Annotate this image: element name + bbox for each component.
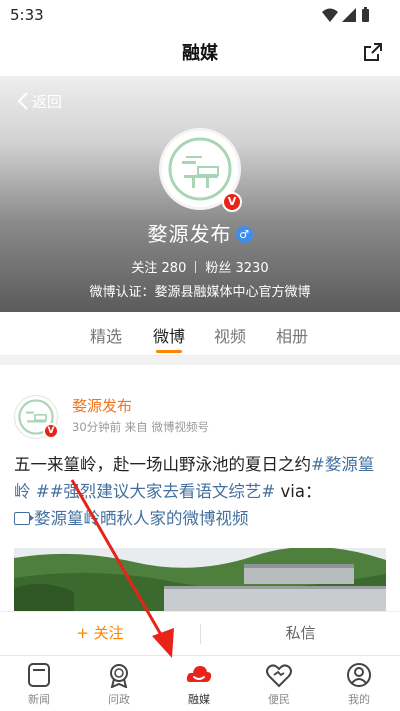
status-icons [322, 7, 369, 22]
tab-video[interactable]: 视频 [214, 323, 246, 347]
nav-label-news: 新闻 [28, 693, 50, 706]
follow-button[interactable]: + 关注 [0, 612, 200, 656]
verified-badge: V [222, 192, 242, 212]
post-text: 五一来篁岭，赴一场山野泳池的夏日之约#婺源篁岭 ##强烈建议大家去看语文综艺# … [14, 451, 390, 532]
status-time: 5:33 [10, 6, 44, 24]
signal-icon [342, 8, 356, 22]
nav-label-inquiry: 问政 [108, 693, 130, 706]
video-camera-icon [14, 512, 34, 525]
following-label: 关注 [131, 261, 158, 276]
profile-name-text: 婺源发布 [147, 222, 232, 246]
verified-badge: V [43, 423, 59, 439]
news-icon [28, 663, 50, 687]
share-icon[interactable] [362, 41, 384, 63]
video-link-text: 婺源篁岭晒秋人家的微博视频 [34, 509, 249, 528]
back-button[interactable]: 返回 [16, 90, 62, 112]
wifi-icon [322, 8, 338, 22]
bottom-nav: 新闻 问政 融媒 便民 我的 [0, 655, 400, 711]
profile-name: 婺源发布 ♂ [0, 218, 400, 247]
nav-item-me[interactable]: 我的 [326, 660, 392, 710]
following-count: 280 [161, 261, 187, 276]
following-stat[interactable]: 关注 280 [131, 261, 186, 276]
tab-featured[interactable]: 精选 [90, 323, 122, 347]
post-author[interactable]: 婺源发布 [72, 395, 132, 416]
post-body: 五一来篁岭，赴一场山野泳池的夏日之约 [14, 455, 311, 474]
user-icon [347, 663, 371, 687]
profile-tabs: 精选 微博 视频 相册 [0, 312, 400, 356]
post-card[interactable]: V 婺源发布 30分钟前 来自 微博视频号 五一来篁岭，赴一场山野泳池的夏日之约… [0, 365, 400, 611]
video-link[interactable]: 婺源篁岭晒秋人家的微博视频 [14, 509, 249, 528]
hashtag-link[interactable]: #强烈建议大家去看语文综艺# [50, 482, 276, 501]
inquiry-badge-icon [110, 664, 128, 688]
nav-item-inquiry[interactable]: 问政 [86, 660, 152, 710]
cloud-media-icon [186, 666, 212, 682]
heart-handshake-icon [266, 664, 292, 688]
nav-item-news[interactable]: 新闻 [6, 660, 72, 710]
via-text: via： [275, 482, 322, 501]
app-header: 融媒 [0, 30, 400, 76]
tab-album[interactable]: 相册 [276, 323, 308, 347]
tab-weibo[interactable]: 微博 [153, 323, 185, 347]
nav-label-service: 便民 [268, 693, 290, 706]
status-bar: 5:33 [0, 0, 400, 30]
stats-divider [195, 261, 197, 273]
back-label: 返回 [32, 92, 63, 111]
battery-icon [362, 7, 369, 22]
message-button[interactable]: 私信 [201, 612, 400, 656]
nav-item-media[interactable]: 融媒 [166, 660, 232, 710]
nav-item-service[interactable]: 便民 [246, 660, 312, 710]
nav-label-me: 我的 [348, 693, 370, 706]
post-image[interactable] [14, 548, 386, 611]
followers-label: 粉丝 [205, 261, 232, 276]
male-icon: ♂ [235, 226, 253, 243]
post-meta: 30分钟前 来自 微博视频号 [72, 420, 209, 434]
profile-action-bar: + 关注 私信 [0, 611, 400, 655]
followers-stat[interactable]: 粉丝 3230 [205, 261, 268, 276]
followers-count: 3230 [235, 261, 269, 276]
page-title: 融媒 [182, 43, 218, 64]
certification-text: 微博认证：婺源县融媒体中心官方微博 [89, 285, 311, 300]
active-tab-indicator [156, 350, 182, 353]
chevron-left-icon [17, 92, 28, 110]
profile-stats: 关注 280 粉丝 3230 [0, 257, 400, 276]
nav-label-media: 融媒 [188, 693, 210, 706]
profile-header: 返回 V 婺源发布 ♂ 关注 280 粉丝 3230 微博认证：婺源县融媒体中心官方… [0, 76, 400, 312]
